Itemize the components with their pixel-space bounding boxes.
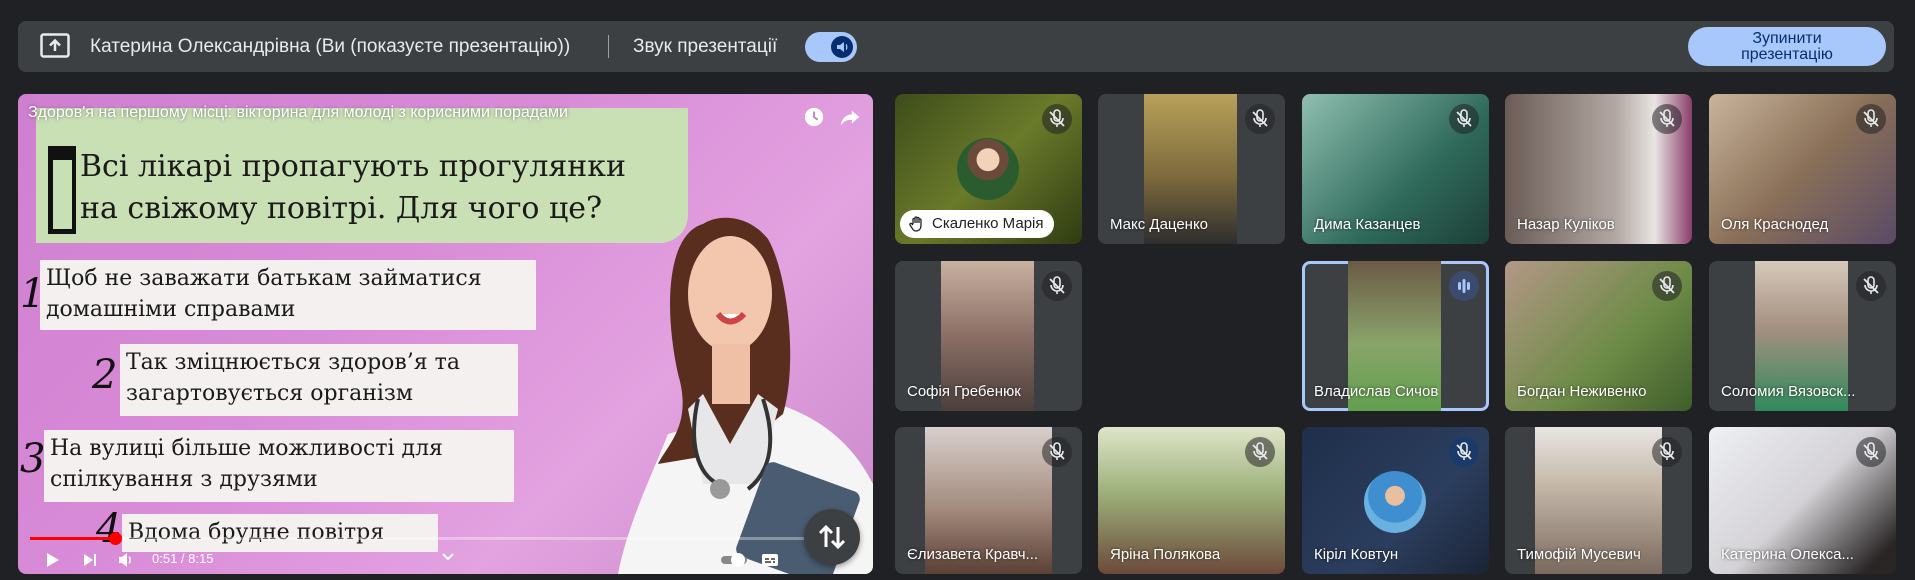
participant-tile[interactable]: Яріна Полякова [1098,427,1285,574]
answer-number: 2 [92,352,118,398]
speaking-indicator-icon [1449,271,1479,301]
video-title: Здоров'я на першому місці: вікторина для… [28,104,568,121]
participant-name: Кіріл Ковтун [1314,546,1399,563]
participant-name: Яріна Полякова [1110,546,1221,563]
participant-name: Владислав Сичов [1314,383,1439,400]
participant-name: Дима Казанцев [1314,216,1421,233]
mic-off-icon [1652,271,1682,301]
presentation-video[interactable]: Всі лікарі пропагують прогулянки на свіж… [18,94,873,574]
participant-name: Назар Куліков [1517,216,1615,233]
raised-hand-icon [909,216,922,232]
participant-name: Оля Краснодед [1721,216,1829,233]
answer-line: Щоб не заважати батькам займатися [46,266,482,291]
mic-off-icon [1652,437,1682,467]
mic-off-icon [1449,437,1479,467]
answer-line: домашніми справами [46,297,296,322]
speaker-icon [831,36,853,58]
participant-name-badge: Скаленко Марія [900,210,1054,238]
watch-later-icon[interactable] [802,106,826,128]
presenting-bar: Катерина Олександрівна (Ви (показуєте пр… [18,21,1894,72]
participant-tile[interactable]: Богдан Неживенко [1505,261,1692,411]
mic-off-icon [1856,437,1886,467]
present-screen-icon [40,33,70,58]
mic-off-icon [1449,104,1479,134]
video-progress-bar[interactable] [30,532,860,545]
question-text: Всі лікарі пропагують прогулянки на свіж… [80,146,626,230]
swap-arrows-icon [818,524,846,550]
answer-number: 3 [20,436,46,482]
answer-line: загартовується організм [126,381,414,406]
answer-line: Вдома брудне повітря [128,520,385,545]
question-number-mark [48,146,76,234]
video-progress-fill [30,537,116,540]
presenter-name: Катерина Олександрівна (Ви (показуєте пр… [90,36,571,57]
question-line-1: Всі лікарі пропагують прогулянки [80,149,627,184]
answer-line: На вулиці більше можливості для [50,436,443,461]
autoplay-toggle-icon[interactable] [720,550,750,570]
subtitles-icon[interactable] [760,550,780,570]
participant-tile[interactable]: Макс Даценко [1098,94,1285,244]
video-time: 0:51 / 8:15 [152,551,214,566]
mic-off-icon [1042,271,1072,301]
volume-icon[interactable] [116,550,136,570]
participant-tile[interactable]: Скаленко Марія [895,94,1082,244]
swap-layout-button[interactable] [804,509,860,565]
mic-off-icon [1042,437,1072,467]
answer-number: 4 [96,506,122,552]
participant-tile[interactable]: Оля Краснодед [1709,94,1896,244]
participant-tile[interactable]: Катерина Олекса... [1709,427,1896,574]
answer-option: На вулиці більше можливості для спілкува… [44,430,514,502]
mic-off-icon [1856,104,1886,134]
participant-tile[interactable]: Тимофій Мусевич [1505,427,1692,574]
participant-name: Соломия Вязовск... [1721,383,1856,400]
answer-line: Так зміцнюється здоров’я та [126,350,460,375]
participant-tile[interactable]: Соломия Вязовск... [1709,261,1896,411]
answer-line: спілкування з друзями [50,467,318,492]
participant-name: Богдан Неживенко [1517,383,1647,400]
avatar [1364,471,1426,533]
participant-name: Макс Даценко [1110,216,1209,233]
answer-option: Вдома брудне повітря [122,514,438,552]
mic-off-icon [1042,104,1072,134]
answer-option: Щоб не заважати батькам займатися домашн… [40,260,536,330]
participant-tile[interactable]: Кіріл Ковтун [1302,427,1489,574]
participant-tile[interactable]: Єлизавета Кравч... [895,427,1082,574]
participant-tile[interactable]: Назар Куліков [1505,94,1692,244]
stop-presenting-label: Зупинити презентацію [1741,29,1833,63]
presentation-sound-label: Звук презентації [633,36,778,57]
mic-off-icon [1245,437,1275,467]
participant-tile[interactable]: Дима Казанцев [1302,94,1489,244]
share-icon[interactable] [838,106,862,128]
mic-off-icon [1652,104,1682,134]
participant-name: Катерина Олекса... [1721,546,1854,563]
presentation-sound-toggle[interactable] [805,32,857,62]
participant-name: Тимофій Мусевич [1517,546,1641,563]
answer-option: Так зміцнюється здоров’я та загартовуєть… [120,344,518,416]
mic-off-icon [1856,271,1886,301]
divider [608,35,609,58]
participant-name: Софія Гребенюк [907,383,1021,400]
question-box: Всі лікарі пропагують прогулянки на свіж… [36,108,688,243]
play-icon[interactable] [42,550,62,570]
mic-off-icon [1245,104,1275,134]
participant-tile[interactable]: Владислав Сичов [1302,261,1489,411]
avatar [957,138,1019,200]
participant-tile[interactable]: Софія Гребенюк [895,261,1082,411]
stop-presenting-button[interactable]: Зупинити презентацію [1688,27,1886,66]
question-line-2: на свіжому повітрі. Для чого це? [80,191,603,226]
participant-name: Єлизавета Кравч... [907,546,1039,563]
participant-name: Скаленко Марія [932,215,1044,232]
chevron-down-icon[interactable] [438,546,458,566]
next-icon[interactable] [80,550,100,570]
